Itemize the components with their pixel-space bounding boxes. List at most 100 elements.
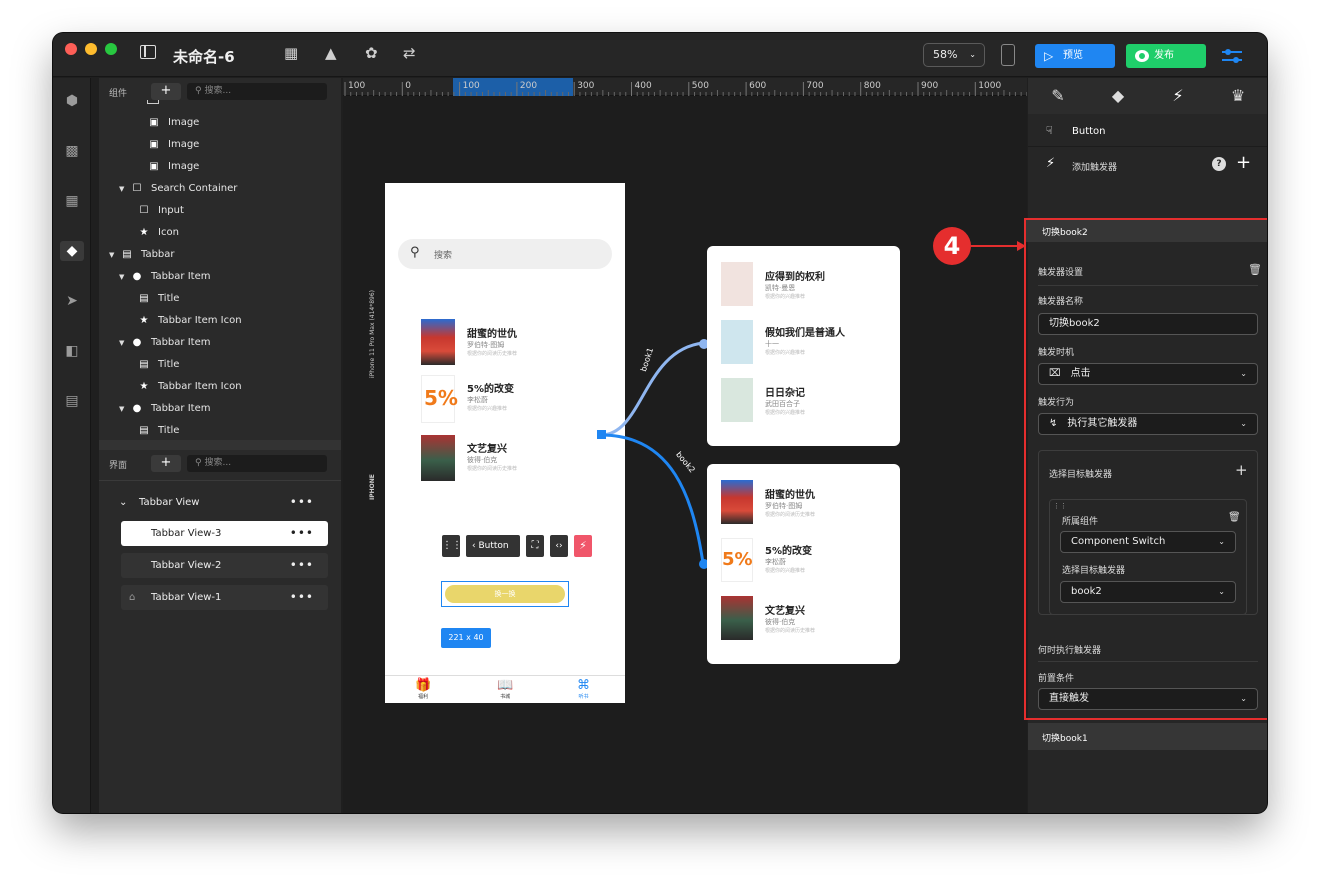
layer-row[interactable]: ★ Icon — [137, 222, 179, 244]
book-item[interactable]: 甜蜜的世仇 罗伯特·图姆 根据你的阅读历史推荐 — [765, 486, 815, 518]
add-screen-button[interactable]: + — [151, 455, 181, 472]
layers-panel: 组件 + ⚲ 搜索... ▣ Image ▣ Image ▣ Image ▼ ☐ Sear… — [99, 78, 341, 813]
device-icon[interactable] — [1001, 44, 1015, 66]
add-component-button[interactable]: + — [151, 83, 181, 100]
add-trigger-button[interactable]: + — [1236, 152, 1251, 173]
star-icon: ★ — [139, 227, 149, 238]
image-icon: ▣ — [149, 139, 159, 150]
text-icon: ▤ — [139, 293, 149, 304]
book-item[interactable]: 应得到的权利 凯特·曼恩 根据你的兴趣推荐 — [765, 268, 825, 300]
trash-icon[interactable]: 🗑 — [1248, 263, 1262, 276]
pages-icon[interactable]: ◧ — [63, 343, 81, 361]
trigger-header[interactable]: 切换book2 — [1026, 220, 1267, 242]
plugin-icon[interactable]: ✿ — [365, 44, 378, 62]
layer-row[interactable]: ▣ Image — [147, 156, 199, 178]
sliders-icon[interactable] — [1221, 47, 1243, 65]
cube-icon[interactable]: ⬢ — [63, 93, 81, 111]
layers-icon[interactable]: ◆ — [60, 241, 84, 261]
interaction-icon[interactable]: ⇄ — [403, 44, 416, 62]
components-icon[interactable]: ▩ — [63, 143, 81, 161]
target-label: 选择目标触发器 — [1062, 566, 1126, 576]
help-icon[interactable]: ? — [1212, 157, 1226, 171]
grid-icon[interactable]: ▤ — [63, 393, 81, 411]
book2-card[interactable]: 甜蜜的世仇 罗伯特·图姆 根据你的阅读历史推荐 5% 5%的改变 李松蔚 根据你的兴趣推… — [707, 464, 900, 664]
zoom-select[interactable]: 58% ⌄ — [923, 43, 985, 67]
layer-row[interactable]: ★ Tabbar Item Icon — [137, 376, 242, 398]
screen-search-input[interactable]: ⚲ 搜索... — [187, 455, 327, 472]
precondition-label: 前置条件 — [1038, 674, 1075, 684]
annotation-badge: 4 — [933, 227, 971, 265]
preview-label: 预览 — [1063, 50, 1083, 61]
drag-handle-icon[interactable]: ⋮⋮ — [1053, 502, 1067, 510]
more-icon[interactable]: ••• — [290, 521, 314, 546]
trigger-timing-label: 触发时机 — [1038, 348, 1075, 358]
caret-down-icon[interactable]: ▼ — [109, 244, 117, 266]
maximize-window-button[interactable] — [105, 43, 117, 55]
book-item[interactable]: 5%的改变 李松蔚 根据你的兴趣推荐 — [765, 542, 812, 574]
chevron-down-icon: ⌄ — [1240, 419, 1247, 428]
layer-row[interactable]: ▤ Title — [137, 354, 179, 376]
publish-button[interactable]: 发布 — [1126, 44, 1206, 68]
book1-card[interactable]: 应得到的权利 凯特·曼恩 根据你的兴趣推荐 假如我们是普通人 十一 根据你的兴趣推荐 日… — [707, 246, 900, 446]
owner-label: 所属组件 — [1062, 517, 1099, 527]
trigger-name-input[interactable]: 切换book2 — [1038, 313, 1258, 335]
sidebar-toggle-icon[interactable] — [140, 45, 156, 59]
view-row[interactable]: ⌄ Tabbar View ••• — [111, 490, 328, 515]
layout-icon[interactable]: ▦ — [63, 193, 81, 211]
more-icon[interactable]: ••• — [290, 553, 314, 578]
caret-down-icon[interactable]: ▼ — [119, 266, 127, 288]
more-icon[interactable]: ••• — [290, 585, 314, 610]
layer-row[interactable]: ▣ Image — [147, 112, 199, 134]
layer-row[interactable]: ▼ ● Tabbar Item — [119, 266, 210, 288]
zoom-value: 58% — [933, 48, 958, 61]
layer-row[interactable]: ▼ ☐ Search Container — [119, 178, 237, 200]
close-window-button[interactable] — [65, 43, 77, 55]
preview-button[interactable]: ▷ 预览 — [1035, 44, 1115, 68]
ai-tab[interactable]: ♛ — [1208, 78, 1267, 114]
robot-icon: ♛ — [1230, 86, 1246, 105]
caret-down-icon[interactable]: ▼ — [119, 178, 127, 200]
caret-down-icon[interactable]: ▼ — [119, 398, 127, 420]
eye-icon — [1135, 50, 1149, 62]
book-item[interactable]: 日日杂记 武田百合子 根据你的兴趣推荐 — [765, 384, 805, 416]
trigger-timing-select[interactable]: ⌧ 点击 ⌄ — [1038, 363, 1258, 385]
left-toolbar: ⬢ ▩ ▦ ◆ ➤ ◧ ▤ — [53, 78, 91, 813]
layer-row[interactable]: ☐ Input — [137, 200, 184, 222]
precondition-select[interactable]: 直接触发 ⌄ — [1038, 688, 1258, 710]
style-tab[interactable]: ✎ — [1028, 78, 1088, 114]
book-item[interactable]: 文艺复兴 彼得·伯克 根据你的阅读历史推荐 — [765, 602, 815, 634]
component-tab[interactable]: ◆ — [1088, 78, 1148, 114]
view-row[interactable]: ⌂ Tabbar View-1 ••• — [121, 585, 328, 610]
layer-row[interactable]: ▣ Image — [147, 134, 199, 156]
design-canvas[interactable]: 100 0 100 200 300 400 500 600 700 800 900 1000 iPho… — [343, 78, 1027, 813]
layer-row[interactable]: ▤ Title — [137, 420, 179, 440]
layer-row[interactable]: ▼ ▤ Tabbar — [109, 244, 175, 266]
app-window: 未命名-6 ▦ ▲ ✿ ⇄ 58% ⌄ ▷ 预览 发布 ⬢ ▩ ▦ ◆ ➤ ◧ ▤ … — [53, 33, 1267, 813]
pin-icon[interactable]: ➤ — [63, 293, 81, 311]
view-row-selected[interactable]: Tabbar View-3 ••• — [121, 521, 328, 546]
component-search-input[interactable]: ⚲ 搜索... — [187, 83, 327, 100]
book-cover — [721, 262, 753, 306]
interaction-tab[interactable]: ⚡ — [1148, 78, 1208, 114]
layer-row[interactable]: ▼ ● Tabbar Item — [119, 398, 210, 420]
tabbar-icon: ▤ — [122, 249, 132, 260]
drive-icon[interactable]: ▲ — [325, 44, 337, 62]
add-target-button[interactable]: + — [1235, 461, 1248, 479]
target-select[interactable]: book2 ⌄ — [1060, 581, 1236, 603]
document-icon[interactable]: ▦ — [284, 44, 298, 62]
more-icon[interactable]: ••• — [290, 490, 314, 515]
layer-row[interactable]: ★ Tabbar Item Icon — [137, 310, 242, 332]
minimize-window-button[interactable] — [85, 43, 97, 55]
panel-splitter[interactable] — [99, 440, 341, 450]
layer-row[interactable]: ▼ ● Tabbar Item — [119, 332, 210, 354]
star-icon: ★ — [139, 315, 149, 326]
trigger-action-select[interactable]: ↯ 执行其它触发器 ⌄ — [1038, 413, 1258, 435]
next-trigger-header[interactable]: 切换book1 — [1028, 723, 1267, 750]
book-item[interactable]: 假如我们是普通人 十一 根据你的兴趣推荐 — [765, 324, 845, 356]
layer-row[interactable]: ▤ Title — [137, 288, 179, 310]
view-row[interactable]: Tabbar View-2 ••• — [121, 553, 328, 578]
caret-down-icon[interactable]: ▼ — [119, 332, 127, 354]
trash-icon[interactable]: 🗑 — [1228, 512, 1241, 523]
trigger-name-label: 触发器名称 — [1038, 297, 1084, 307]
owner-select[interactable]: Component Switch ⌄ — [1060, 531, 1236, 553]
